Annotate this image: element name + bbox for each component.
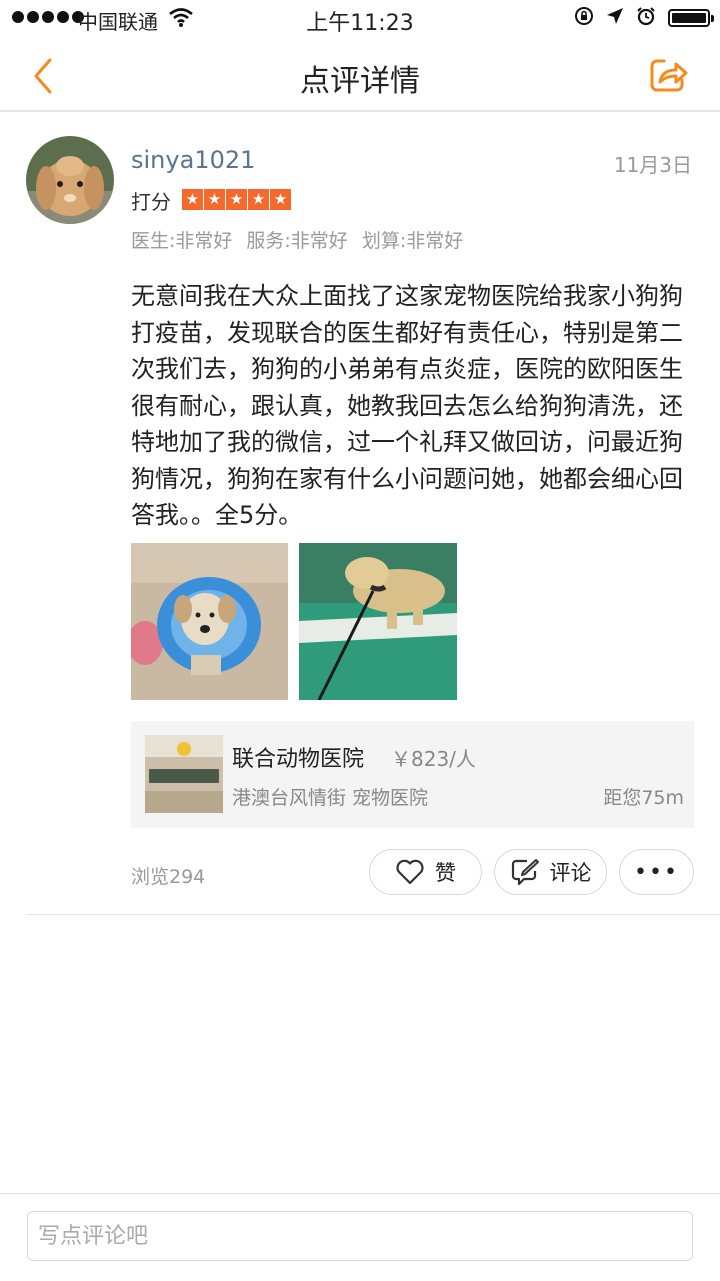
star-icon: ★ [226, 189, 247, 210]
shop-price: ￥823/人 [391, 747, 476, 771]
comment-button[interactable]: 评论 [494, 849, 607, 895]
avatar[interactable] [26, 136, 114, 224]
comment-edit-icon [511, 859, 539, 886]
review-text: 无意间我在大众上面找了这家宠物医院给我家小狗狗打疫苗，发现联合的医生都好有责任心… [131, 282, 683, 529]
rotation-lock-icon [574, 6, 594, 30]
star-icon: ★ [248, 189, 269, 210]
share-icon [650, 59, 688, 92]
location-arrow-icon [606, 7, 624, 29]
subscore-service: 服务:非常好 [246, 230, 348, 252]
share-button[interactable] [646, 52, 692, 98]
reviewer-username[interactable]: sinya1021 [131, 146, 255, 174]
sub-scores: 医生:非常好 服务:非常好 划算:非常好 [131, 226, 463, 253]
like-button[interactable]: 赞 [369, 849, 482, 895]
subscore-doctor: 医生:非常好 [131, 230, 233, 252]
star-icon: ★ [270, 189, 291, 210]
more-icon: ••• [634, 859, 679, 885]
review-date: 11月3日 [613, 153, 692, 177]
shop-address: 港澳台风情街 宠物医院 [232, 787, 429, 809]
like-label: 赞 [435, 861, 456, 885]
comment-label: 评论 [549, 861, 592, 885]
dog-with-cone-photo [131, 543, 288, 700]
navigation-bar: 点评详情 [0, 40, 720, 112]
comment-input[interactable] [27, 1211, 693, 1261]
review-photo[interactable] [299, 543, 457, 700]
star-icon: ★ [204, 189, 225, 210]
shop-name: 联合动物医院 [232, 747, 365, 772]
star-icon: ★ [182, 189, 203, 210]
dog-on-leash-photo [299, 543, 457, 700]
shop-photo [145, 735, 223, 813]
more-button[interactable]: ••• [619, 849, 694, 895]
status-bar: 中国联通 上午11:23 [0, 0, 720, 40]
battery-icon [668, 9, 714, 27]
alarm-icon [636, 6, 656, 30]
divider [26, 914, 720, 915]
view-count: 浏览294 [131, 866, 206, 888]
subscore-value: 划算:非常好 [361, 230, 464, 252]
comment-bar [0, 1193, 720, 1281]
shop-card[interactable]: 联合动物医院 ￥823/人 港澳台风情街 宠物医院 距您75m [131, 721, 694, 828]
heart-icon [396, 859, 424, 885]
shop-distance: 距您75m [603, 787, 684, 809]
review-photo[interactable] [131, 543, 288, 700]
page-title: 点评详情 [300, 64, 420, 99]
score-label: 打分 [131, 190, 171, 214]
star-rating: ★ ★ ★ ★ ★ [182, 189, 291, 210]
